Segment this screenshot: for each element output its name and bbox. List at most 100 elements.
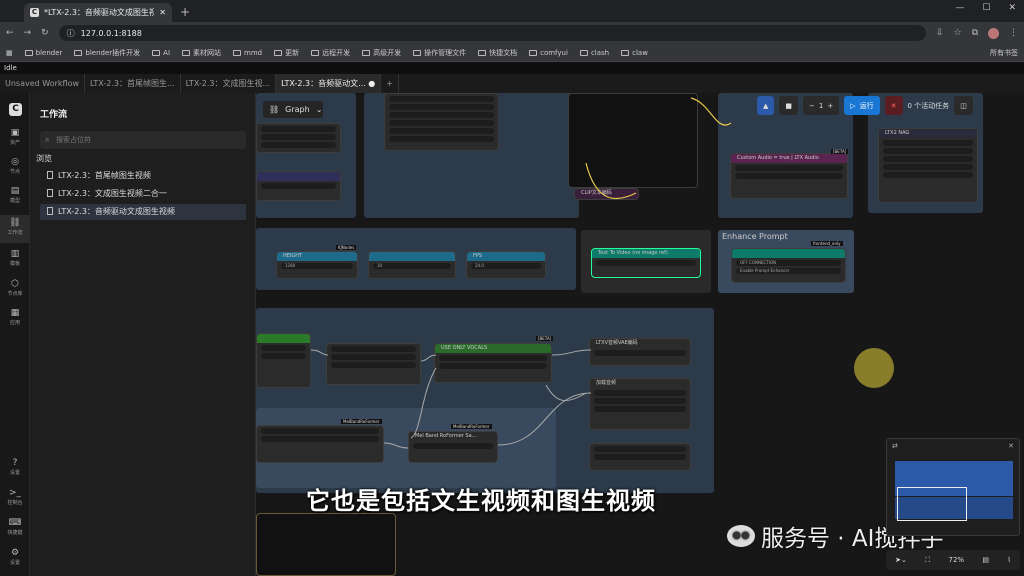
browse-heading: 浏览 bbox=[36, 154, 52, 163]
rail-shortcuts[interactable]: ⌨ 快捷键 bbox=[0, 518, 30, 536]
queue-logo-button[interactable]: ▲ bbox=[757, 96, 775, 115]
extensions-icon[interactable]: ⧉ bbox=[972, 28, 978, 38]
file-icon bbox=[47, 207, 53, 215]
bookmark-label: AI bbox=[163, 48, 171, 57]
bookmark-folder[interactable]: 快捷文档 bbox=[478, 48, 517, 58]
minimap[interactable]: ⇄ ✕ bbox=[886, 438, 1020, 536]
bookmark-folder[interactable]: blender bbox=[24, 48, 63, 57]
rail-nodes[interactable]: ◎ 节点 bbox=[0, 157, 30, 175]
search-icon: ⌕ bbox=[45, 135, 50, 144]
comfy-queue-icon: ▲ bbox=[763, 101, 769, 110]
zoom-level[interactable]: 72% bbox=[949, 556, 965, 564]
maximize-icon[interactable]: ☐ bbox=[982, 3, 990, 13]
forward-icon[interactable]: → bbox=[24, 28, 32, 38]
bookmark-folder[interactable]: AI bbox=[152, 49, 170, 57]
back-icon[interactable]: ← bbox=[6, 28, 14, 38]
rail-node-library[interactable]: ⬡ 节点库 bbox=[0, 279, 30, 297]
run-count-stepper[interactable]: −1 + bbox=[803, 96, 840, 115]
bookmark-label: 高级开发 bbox=[373, 48, 402, 57]
bookmark-folder[interactable]: 更新 bbox=[274, 48, 299, 58]
bookmark-folder[interactable]: 远程开发 bbox=[311, 48, 350, 58]
bookmark-folder[interactable]: comfyui bbox=[529, 49, 568, 57]
cancel-button[interactable]: ✕ bbox=[884, 96, 903, 115]
folder-icon bbox=[233, 49, 242, 56]
rail-workflows[interactable]: ⛓ 工作流 bbox=[0, 215, 30, 243]
map-icon[interactable]: ▤ bbox=[982, 556, 989, 564]
plus-icon[interactable]: + bbox=[827, 102, 833, 110]
fit-view-icon[interactable]: ⛶ bbox=[925, 556, 930, 565]
link-visibility-icon[interactable]: ⌇ bbox=[1007, 556, 1010, 564]
bookmark-folder[interactable]: clash bbox=[579, 49, 609, 57]
help-icon: ? bbox=[12, 458, 18, 468]
bookmarks-bar: ▦ blender blender插件开发 AI 素材网站 mmd 更新 远程开发 高级开发 操… bbox=[0, 44, 1024, 62]
rail-assets[interactable]: ▣ 资产 bbox=[0, 128, 30, 146]
run-label: 运行 bbox=[859, 101, 874, 110]
workflow-search-input[interactable]: ⌕ 搜索占位符 bbox=[40, 131, 246, 149]
rail-label: 模型 bbox=[9, 198, 20, 204]
add-workflow-icon[interactable]: + bbox=[381, 74, 399, 93]
minimap-viewport[interactable] bbox=[897, 487, 967, 521]
workflow-tab[interactable]: LTX-2.3：首尾帧图生... bbox=[85, 74, 181, 93]
bookmark-label: 素材网站 bbox=[193, 48, 222, 57]
stop-square-button[interactable]: ■ bbox=[779, 96, 799, 115]
url-field[interactable]: ⓘ 127.0.0.1:8188 bbox=[58, 25, 926, 41]
workflow-tab[interactable]: Unsaved Workflow bbox=[0, 74, 86, 93]
bookmark-folder[interactable]: 操作管理文件 bbox=[413, 48, 466, 58]
install-icon[interactable]: ⇩ bbox=[936, 28, 944, 38]
reload-icon[interactable]: ↻ bbox=[41, 28, 49, 38]
bookmark-folder[interactable]: claw bbox=[621, 49, 648, 57]
video-subtitle: 它也是包括文生视频和图生视频 bbox=[306, 487, 656, 515]
nodes-icon: ◎ bbox=[11, 157, 19, 167]
run-button[interactable]: ▷ 运行 bbox=[844, 96, 880, 115]
toggle-panel-button[interactable]: ◫ bbox=[954, 96, 973, 115]
image-icon: ▣ bbox=[10, 128, 20, 138]
canvas-toolbar: ▲ ■ −1 + ▷ 运行 ✕ 0 个活动任务 ◫ bbox=[757, 96, 973, 115]
close-tab-icon[interactable]: ✕ bbox=[159, 8, 166, 17]
menu-icon[interactable]: ⋮ bbox=[1009, 28, 1018, 38]
rail-models[interactable]: ▤ 模型 bbox=[0, 186, 30, 204]
rail-label: 控制台 bbox=[7, 500, 23, 506]
close-minimap-icon[interactable]: ✕ bbox=[1008, 442, 1014, 450]
select-pointer-icon[interactable]: ➤⌄ bbox=[895, 556, 907, 564]
rail-label: 模板 bbox=[9, 261, 20, 267]
file-icon bbox=[47, 189, 53, 197]
left-rail: C ▣ 资产 ◎ 节点 ▤ 模型 ⛓ 工作流 ▥ 模板 ⬡ 节点库 ▦ 应用 ? 设置 >_ 控制… bbox=[0, 93, 30, 576]
all-bookmarks[interactable]: 所有书签 bbox=[990, 48, 1018, 58]
minus-icon[interactable]: − bbox=[809, 102, 815, 110]
file-icon bbox=[47, 171, 53, 179]
workflow-item-selected[interactable]: LTX-2.3：音频驱动文成图生视频 bbox=[40, 204, 246, 220]
gear-icon: ⚙ bbox=[10, 548, 20, 558]
bookmark-label: claw bbox=[632, 48, 648, 57]
site-info-icon[interactable]: ⓘ bbox=[67, 28, 75, 39]
folder-icon bbox=[24, 49, 33, 56]
library-icon: ⬡ bbox=[11, 279, 19, 289]
apps-grid-icon[interactable]: ▦ bbox=[6, 49, 13, 57]
wechat-icon: ●● bbox=[727, 525, 755, 547]
workflow-icon: ⛓ bbox=[9, 218, 21, 228]
rail-templates[interactable]: ▥ 模板 bbox=[0, 249, 30, 267]
run-count: 1 bbox=[818, 101, 824, 110]
rail-settings[interactable]: ⚙ 设置 bbox=[0, 548, 30, 566]
new-tab-button[interactable]: + bbox=[180, 3, 190, 22]
rail-console[interactable]: >_ 控制台 bbox=[0, 488, 30, 506]
keyboard-icon: ⌨ bbox=[8, 518, 22, 528]
browser-tab[interactable]: C *LTX-2.3：音频驱动文成图生视 ✕ bbox=[24, 3, 172, 22]
bookmark-label: blender bbox=[35, 48, 63, 57]
folder-icon bbox=[621, 49, 630, 56]
workflow-tab-active[interactable]: LTX-2.3：音频驱动文... ● bbox=[276, 74, 382, 93]
star-icon[interactable]: ☆ bbox=[953, 28, 961, 38]
avatar[interactable] bbox=[988, 27, 999, 39]
rail-label: 快捷键 bbox=[7, 530, 23, 536]
workflow-item[interactable]: LTX-2.3：文成图生视频二合一 bbox=[40, 186, 246, 202]
close-window-icon[interactable]: ✕ bbox=[1008, 3, 1016, 13]
rail-help[interactable]: ? 设置 bbox=[0, 458, 30, 476]
bookmark-folder[interactable]: 高级开发 bbox=[362, 48, 401, 58]
workflow-tab[interactable]: LTX-2.3：文成图生视... bbox=[181, 74, 277, 93]
workflow-item[interactable]: LTX-2.3：首尾帧图生视频 bbox=[40, 168, 246, 184]
rail-label: 节点库 bbox=[7, 291, 23, 297]
bookmark-folder[interactable]: blender插件开发 bbox=[74, 48, 140, 58]
bookmark-folder[interactable]: mmd bbox=[233, 49, 262, 57]
minimize-icon[interactable]: — bbox=[955, 3, 964, 13]
bookmark-folder[interactable]: 素材网站 bbox=[182, 48, 221, 58]
rail-apps[interactable]: ▦ 应用 bbox=[0, 308, 30, 326]
